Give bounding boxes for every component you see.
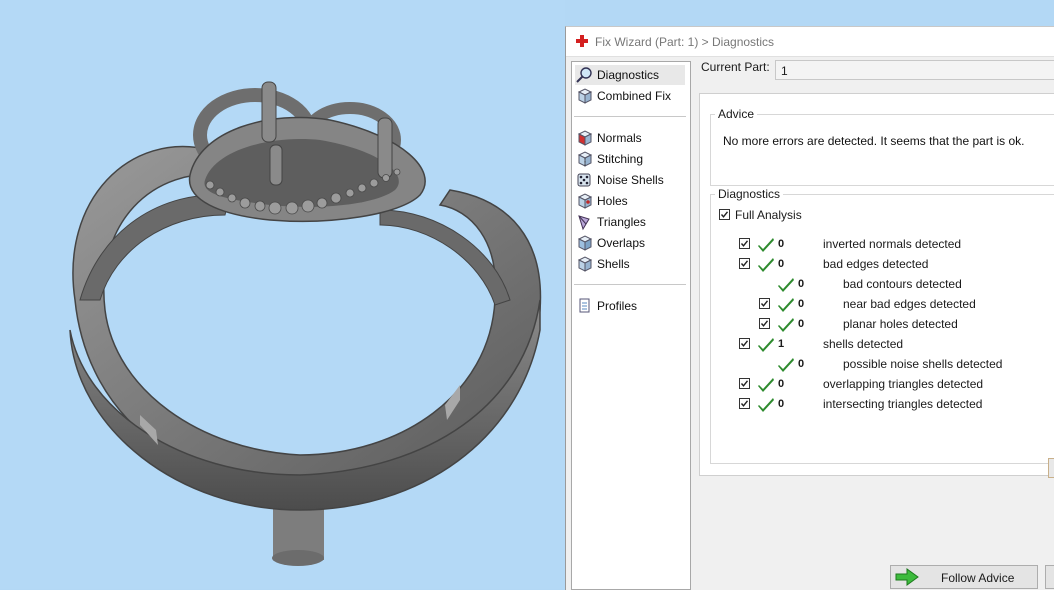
3d-viewport[interactable] xyxy=(0,0,565,589)
row-label: bad edges detected xyxy=(823,257,929,271)
row-count: 0 xyxy=(778,258,785,270)
green-check-icon xyxy=(778,358,794,372)
green-check-icon xyxy=(758,378,774,392)
row-label: planar holes detected xyxy=(843,317,958,331)
red-cross-icon xyxy=(576,35,588,47)
current-part-label: Current Part: xyxy=(701,60,770,74)
fix-wizard-window: Fix Wizard (Part: 1) > Diagnostics Diagn… xyxy=(565,26,1054,590)
diagnostics-group: Diagnostics Full Analysis 0 inverted nor… xyxy=(710,187,1054,464)
wizard-nav-panel: Diagnostics Combined Fix Normals Stitchi… xyxy=(571,61,691,590)
window-title: Fix Wizard (Part: 1) > Diagnostics xyxy=(595,35,775,49)
row-count: 1 xyxy=(778,338,785,350)
row-count: 0 xyxy=(778,378,785,390)
cube-stitch-icon xyxy=(577,151,593,167)
row-label: inverted normals detected xyxy=(823,237,962,251)
row-count: 0 xyxy=(798,318,805,330)
row-checkbox[interactable] xyxy=(739,338,750,349)
ring-model xyxy=(69,81,542,566)
row-label: overlapping triangles detected xyxy=(823,377,984,391)
follow-advice-button[interactable]: Follow Advice xyxy=(890,565,1038,589)
nav-item-label: Diagnostics xyxy=(597,68,660,82)
green-check-icon xyxy=(758,238,774,252)
green-check-icon xyxy=(758,338,774,352)
nav-item-profiles[interactable]: Profiles xyxy=(575,296,685,316)
row-checkbox[interactable] xyxy=(739,238,750,249)
nav-item-label: Shells xyxy=(597,257,630,271)
row-label: bad contours detected xyxy=(843,277,962,291)
nav-item-noise-shells[interactable]: Noise Shells xyxy=(575,170,685,190)
follow-advice-label: Follow Advice xyxy=(941,571,1015,585)
dice-icon xyxy=(577,173,591,187)
nav-item-label: Combined Fix xyxy=(597,89,672,103)
nav-item-triangles[interactable]: Triangles xyxy=(575,212,685,232)
triangles-icon xyxy=(578,215,590,231)
row-label: shells detected xyxy=(823,337,904,351)
advice-title: Advice xyxy=(715,107,758,121)
nav-item-combined-fix[interactable]: Combined Fix xyxy=(575,86,685,106)
row-count: 0 xyxy=(798,298,805,310)
green-check-icon xyxy=(778,298,794,312)
full-analysis-checkbox[interactable] xyxy=(719,209,730,220)
nav-item-label: Holes xyxy=(597,194,628,208)
nav-item-diagnostics[interactable]: Diagnostics xyxy=(575,65,685,85)
full-analysis-label: Full Analysis xyxy=(735,208,802,222)
row-count: 0 xyxy=(798,278,805,290)
row-checkbox[interactable] xyxy=(739,378,750,389)
row-checkbox[interactable] xyxy=(739,398,750,409)
row-checkbox[interactable] xyxy=(759,298,770,309)
nav-item-label: Noise Shells xyxy=(597,173,664,187)
cube-hole-icon xyxy=(577,193,593,209)
nav-item-label: Overlaps xyxy=(597,236,646,250)
nav-item-label: Profiles xyxy=(597,299,638,313)
green-arrow-icon xyxy=(895,568,919,586)
shells-icon xyxy=(577,256,593,272)
row-count: 0 xyxy=(798,358,805,370)
nav-separator xyxy=(574,116,686,117)
nav-item-label: Normals xyxy=(597,131,642,145)
next-button[interactable] xyxy=(1045,565,1054,589)
row-label: intersecting triangles detected xyxy=(823,397,983,411)
nav-item-normals[interactable]: Normals xyxy=(575,128,685,148)
row-checkbox[interactable] xyxy=(759,318,770,329)
green-check-icon xyxy=(778,278,794,292)
green-check-icon xyxy=(778,318,794,332)
green-check-icon xyxy=(758,258,774,272)
nav-item-overlaps[interactable]: Overlaps xyxy=(575,233,685,253)
row-count: 0 xyxy=(778,238,785,250)
row-label: possible noise shells detected xyxy=(843,357,1003,371)
row-checkbox[interactable] xyxy=(739,258,750,269)
green-check-icon xyxy=(758,398,774,412)
advice-group: Advice No more errors are detected. It s… xyxy=(710,107,1054,186)
nav-item-label: Triangles xyxy=(597,215,646,229)
cube-icon xyxy=(577,88,593,104)
details-button[interactable] xyxy=(1048,458,1054,478)
current-part-field[interactable]: 1 xyxy=(775,60,1054,80)
window-titlebar[interactable]: Fix Wizard (Part: 1) > Diagnostics xyxy=(566,27,1054,57)
diagnostics-title: Diagnostics xyxy=(715,187,784,201)
document-icon xyxy=(579,298,590,313)
nav-item-holes[interactable]: Holes xyxy=(575,191,685,211)
row-label: near bad edges detected xyxy=(843,297,976,311)
nav-item-stitching[interactable]: Stitching xyxy=(575,149,685,169)
cube-red-face-icon xyxy=(577,130,593,146)
nav-item-label: Stitching xyxy=(597,152,644,166)
nav-separator xyxy=(574,284,686,285)
advice-text: No more errors are detected. It seems th… xyxy=(723,134,1025,148)
diagnostics-content: Advice No more errors are detected. It s… xyxy=(699,93,1054,478)
magnifier-icon xyxy=(576,67,592,83)
row-count: 0 xyxy=(778,398,785,410)
nav-item-shells[interactable]: Shells xyxy=(575,254,685,274)
overlap-icon xyxy=(577,235,593,251)
